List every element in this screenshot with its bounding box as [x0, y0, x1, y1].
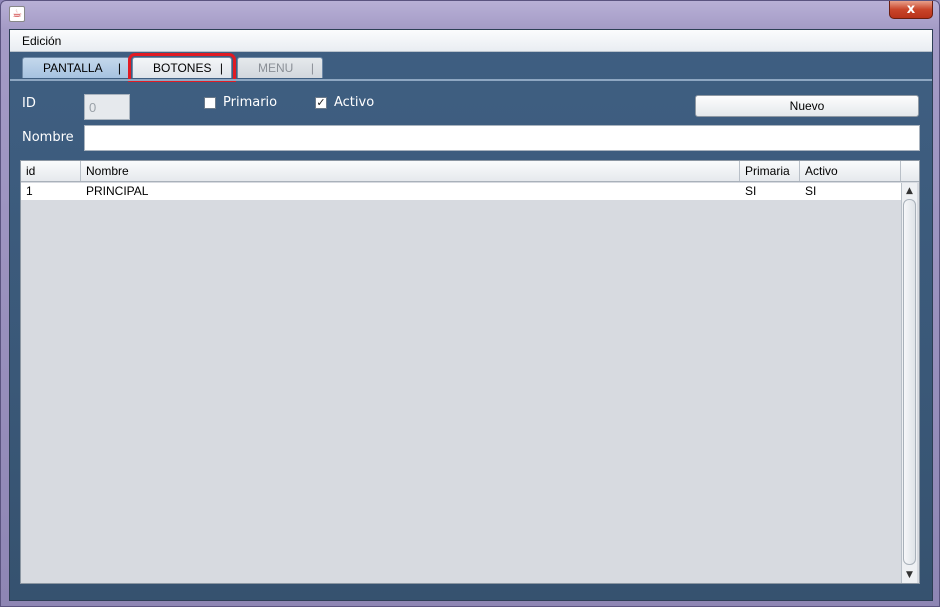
primario-label: Primario: [223, 95, 278, 110]
scroll-down-icon[interactable]: ▼: [902, 568, 917, 582]
scroll-up-icon[interactable]: ▲: [902, 184, 917, 198]
nombre-field[interactable]: [84, 125, 920, 151]
client-area: Edición PANTALLA | BOTONES | MENU | ID 0…: [9, 29, 933, 601]
tab-bar: PANTALLA | BOTONES | MENU |: [22, 53, 922, 82]
activo-checkbox-box[interactable]: ✓: [315, 97, 327, 109]
vertical-scrollbar[interactable]: ▲ ▼: [901, 183, 917, 583]
table-row[interactable]: 1 PRINCIPAL SI SI: [21, 183, 901, 200]
column-header-activo[interactable]: Activo: [800, 161, 901, 181]
cell-primaria: SI: [745, 184, 757, 198]
cell-activo: SI: [805, 184, 817, 198]
cell-nombre: PRINCIPAL: [86, 184, 149, 198]
nombre-label: Nombre: [22, 130, 74, 145]
tab-menu-label: MENU: [258, 61, 294, 75]
column-header-nombre[interactable]: Nombre: [81, 161, 740, 181]
tab-separator: |: [117, 61, 121, 75]
java-icon: ☕: [9, 6, 25, 22]
tab-botones-label: BOTONES: [153, 61, 212, 75]
scroll-thumb[interactable]: [903, 199, 916, 565]
column-header-id[interactable]: id: [21, 161, 81, 181]
menu-bar: Edición: [10, 30, 932, 52]
tab-separator: |: [310, 61, 314, 75]
title-bar[interactable]: ☕ x: [1, 1, 939, 29]
tab-pantalla-label: PANTALLA: [43, 61, 103, 75]
nuevo-button[interactable]: Nuevo: [695, 95, 919, 117]
table-header: id Nombre Primaria Activo: [21, 161, 919, 182]
table-header-corner: [901, 161, 919, 181]
menu-item-edicion[interactable]: Edición: [22, 34, 61, 48]
cell-id: 1: [26, 184, 33, 198]
tab-menu[interactable]: MENU |: [237, 57, 323, 78]
activo-label: Activo: [334, 95, 375, 110]
data-table: id Nombre Primaria Activo 1 PRINCIPAL SI…: [20, 160, 920, 584]
tab-botones[interactable]: BOTONES |: [128, 53, 236, 82]
id-field[interactable]: 0: [84, 94, 130, 120]
tab-divider: [10, 79, 932, 81]
primario-checkbox-box[interactable]: [204, 97, 216, 109]
application-window: ☕ x Edición PANTALLA | BOTONES | MENU | …: [0, 0, 940, 607]
close-button[interactable]: x: [889, 1, 933, 19]
tab-separator: |: [219, 61, 223, 75]
tab-pantalla[interactable]: PANTALLA |: [22, 57, 130, 78]
column-header-primaria[interactable]: Primaria: [740, 161, 800, 181]
id-label: ID: [22, 96, 36, 111]
